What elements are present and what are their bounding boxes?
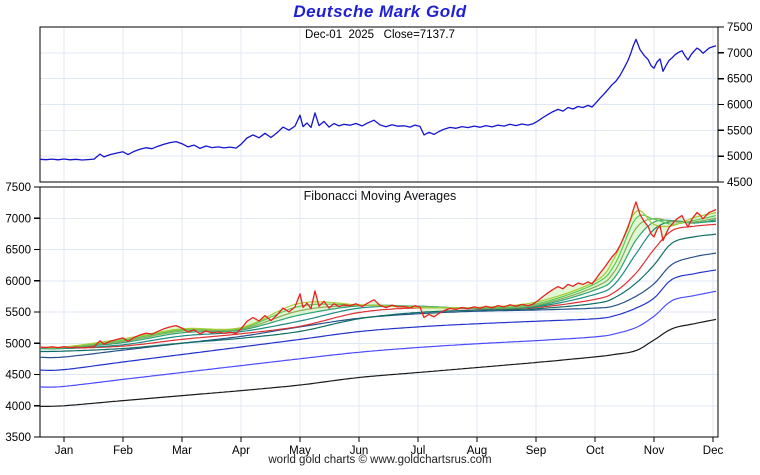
y-axis-label-right: 5000 bbox=[727, 151, 753, 163]
y-axis-label-left: 6500 bbox=[5, 245, 31, 257]
y-axis-label-left: 5500 bbox=[5, 307, 31, 319]
x-axis-label: May bbox=[289, 445, 311, 457]
ma-line-MA-8 bbox=[40, 214, 717, 349]
y-axis-label-right: 7000 bbox=[727, 48, 753, 60]
y-axis-label-left: 5000 bbox=[5, 338, 31, 350]
y-axis-label-right: 6500 bbox=[727, 74, 753, 86]
x-axis-label: Mar bbox=[172, 445, 192, 457]
chart-page: 7500 7000 6500 6000 5500 5000 4500 7500 7000 6500… bbox=[0, 0, 760, 475]
x-axis-label: Jun bbox=[350, 445, 369, 457]
ma-line-MA-610 bbox=[40, 318, 717, 407]
y-axis-label-right: 7500 bbox=[727, 22, 753, 34]
x-axis-label: Dec bbox=[703, 445, 724, 457]
y-axis-label-right: 5500 bbox=[727, 125, 753, 137]
x-axis-label: Oct bbox=[586, 445, 605, 457]
chart-svg: 7500 7000 6500 6000 5500 5000 4500 7500 7000 6500… bbox=[5, 22, 753, 457]
x-axis-label: Aug bbox=[467, 445, 487, 457]
ma-line-MA-13 bbox=[40, 217, 717, 349]
x-axis-label: Apr bbox=[232, 445, 250, 457]
x-axis-label: Jul bbox=[411, 445, 426, 457]
y-axis-label-right: 4500 bbox=[727, 177, 753, 189]
y-axis-label-right: 6000 bbox=[727, 100, 753, 112]
price-line-top bbox=[39, 38, 717, 161]
x-axis-label: Feb bbox=[113, 445, 133, 457]
y-axis-label-left: 4000 bbox=[5, 401, 31, 413]
y-axis-label-left: 7500 bbox=[5, 182, 31, 194]
x-axis-label: Sep bbox=[526, 445, 546, 457]
x-axis-label: Jan bbox=[55, 445, 74, 457]
y-axis-label-left: 6000 bbox=[5, 276, 31, 288]
x-axis-label: Nov bbox=[644, 445, 665, 457]
ma-line-MA-5 bbox=[39, 209, 717, 349]
y-axis-label-left: 4500 bbox=[5, 370, 31, 382]
y-axis-label-left: 7000 bbox=[5, 213, 31, 225]
y-axis-label-left: 3500 bbox=[5, 432, 31, 444]
ma-band bbox=[40, 201, 716, 349]
ma-line-MA-233 bbox=[40, 269, 717, 371]
